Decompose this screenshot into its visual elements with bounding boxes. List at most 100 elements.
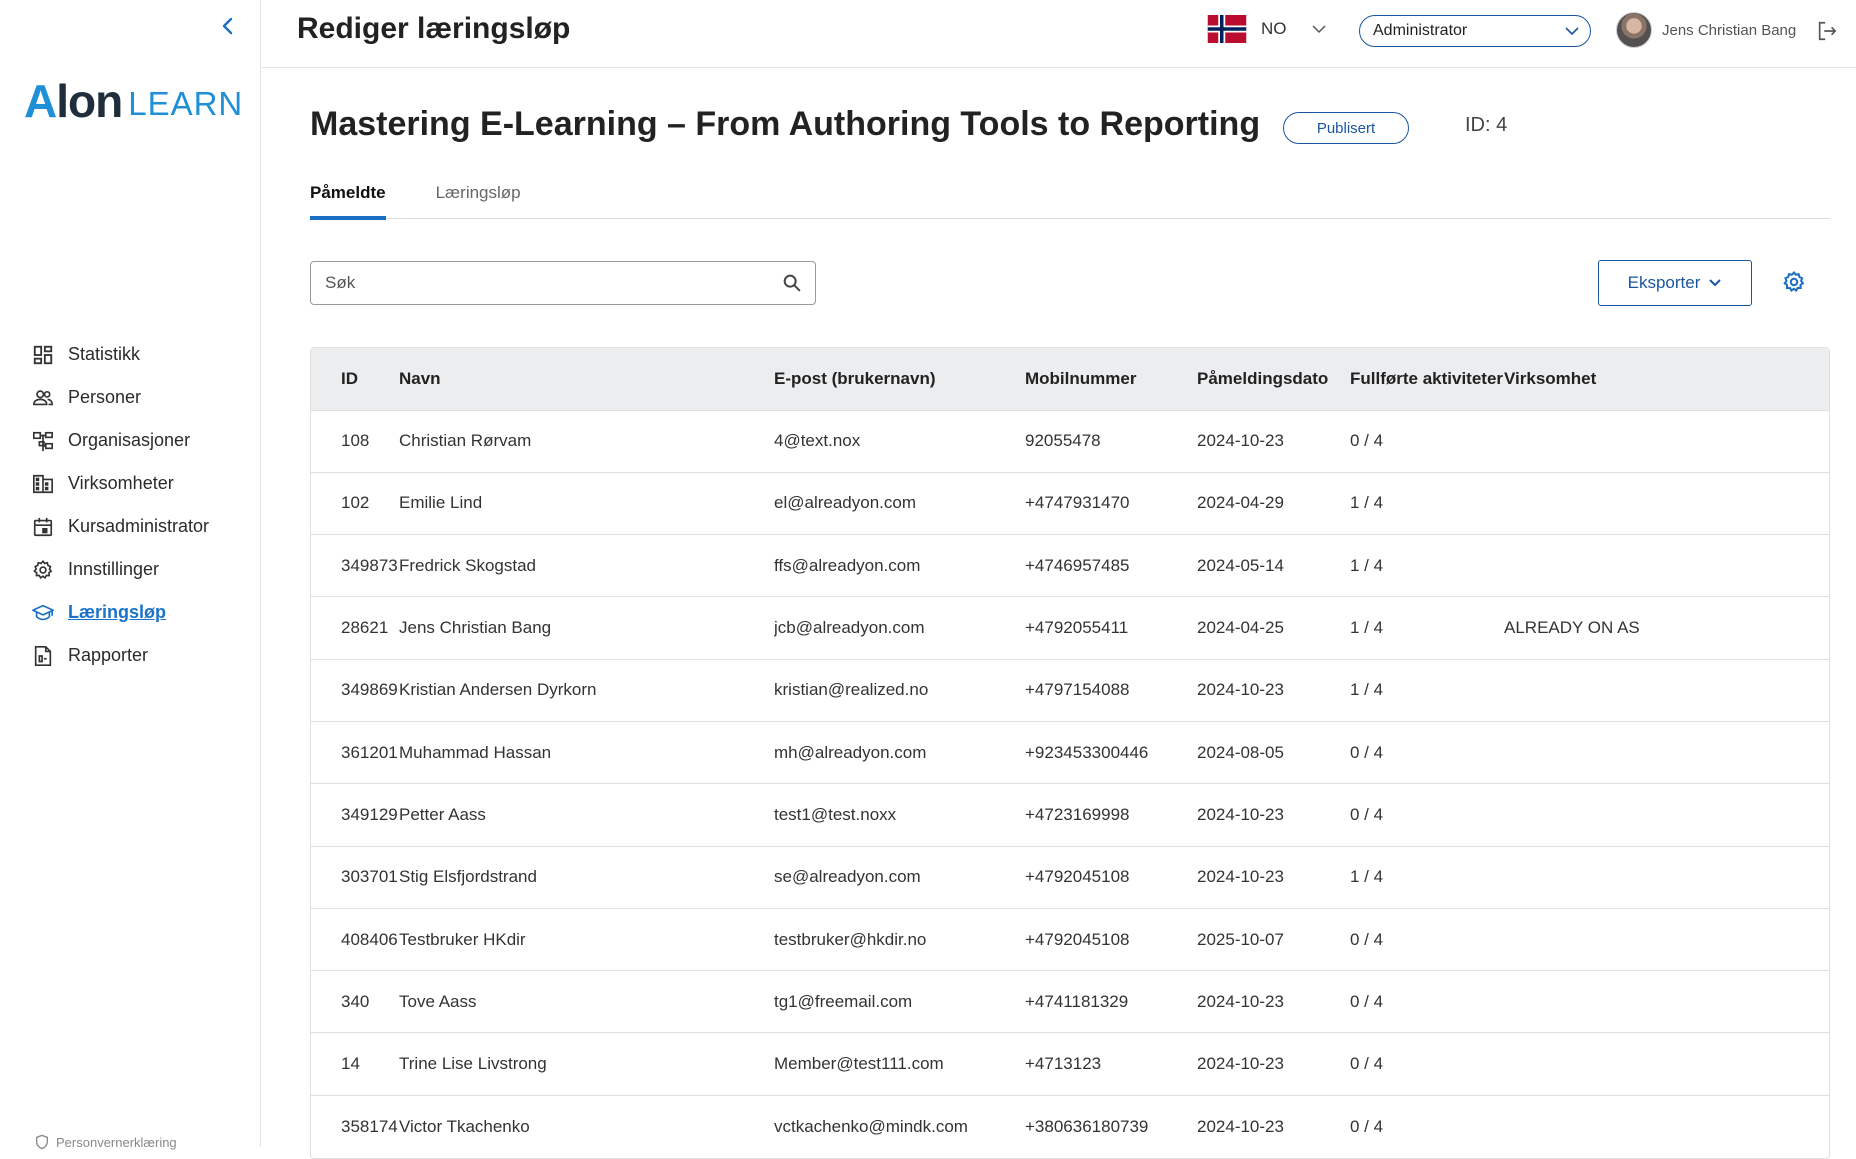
cell-name: Christian Rørvam [399,431,532,451]
column-header-enrollment-date[interactable]: Påmeldingsdato [1197,348,1350,410]
search-input[interactable] [311,262,781,304]
export-button[interactable]: Eksporter [1598,260,1752,306]
cell-organization [1504,659,1829,721]
table-row[interactable]: 14 Trine Lise Livstrong Member@test111.com… [311,1032,1829,1095]
status-badge: Publisert [1283,112,1409,144]
sidebar-item-kursadministrator[interactable]: Kursadministrator [0,505,260,548]
building-icon [33,474,53,493]
cell-enrollment-date: 2024-04-29 [1197,493,1284,513]
cell-completed-activities: 1 / 4 [1350,555,1384,575]
cell-enrollment-date: 2024-10-23 [1197,804,1284,824]
sidebar-item-innstillinger[interactable]: Innstillinger [0,548,260,591]
cell-email: tg1@freemail.com [774,991,913,1011]
logo-product: LEARN [128,85,244,122]
search-box [310,261,816,305]
sidebar-item-label: Virksomheter [68,473,174,493]
sidebar-item-laeringslop[interactable]: Læringsløp [0,591,260,634]
column-header-name[interactable]: Navn [399,348,774,410]
cell-enrollment-date: 2024-10-23 [1197,680,1284,700]
chevron-left-icon [222,17,233,35]
sidebar-item-rapporter[interactable]: Rapporter [0,634,260,677]
table-row[interactable]: 108 Christian Rørvam 4@text.nox 92055478 202… [311,410,1829,472]
cell-id: 361201 [341,742,398,762]
cell-completed-activities: 0 / 4 [1350,991,1384,1011]
column-header-email[interactable]: E-post (brukernavn) [774,348,1025,410]
export-button-label: Eksporter [1627,273,1701,292]
sidebar-item-virksomheter[interactable]: Virksomheter [0,462,260,505]
logo-brand: Alon [24,75,123,127]
table-row[interactable]: 303701 Stig Elsfjordstrand se@alreadyon.co… [311,846,1829,908]
cell-name: Tove Aass [399,991,477,1011]
norway-flag-icon [1207,15,1247,43]
cell-email: testbruker@hkdir.no [774,929,927,949]
cell-enrollment-date: 2024-10-23 [1197,1116,1284,1136]
cell-phone: +4723169998 [1025,804,1130,824]
cell-id: 349869 [341,680,398,700]
logout-icon[interactable] [1816,20,1838,42]
table-row[interactable]: 349129 Petter Aass test1@test.noxx +4723169… [311,783,1829,846]
language-selector[interactable]: NO [1207,15,1327,43]
table-header-row: ID Navn E-post (brukernavn) Mobilnummer … [311,348,1829,410]
chevron-down-icon [1709,279,1722,287]
cell-id: 14 [341,1054,360,1074]
sidebar-item-label: Organisasjoner [68,430,191,450]
sidebar-item-label: Kursadministrator [68,516,210,536]
table-row[interactable]: 349869 Kristian Andersen Dyrkorn kristian@… [311,659,1829,721]
cell-phone: +4713123 [1025,1054,1102,1074]
user-menu[interactable]: Jens Christian Bang [1616,12,1796,48]
search-icon[interactable] [781,272,803,294]
privacy-link[interactable]: Personvernerklæring [34,1134,177,1150]
cell-phone: +4741181329 [1025,991,1129,1011]
cell-email: vctkachenko@mindk.com [774,1116,968,1136]
cell-phone: +4792045108 [1025,867,1130,887]
cell-organization [1504,1033,1829,1095]
logo: Alon LEARN [24,74,243,124]
cell-email: test1@test.noxx [774,804,897,824]
cell-name: Jens Christian Bang [399,618,552,638]
gear-icon [33,559,53,579]
table-row[interactable]: 28621 Jens Christian Bang jcb@alreadyon.co… [311,596,1829,659]
cell-email: se@alreadyon.com [774,867,921,887]
cell-name: Petter Aass [399,804,486,824]
table-row[interactable]: 340 Tove Aass tg1@freemail.com +4741181329 2… [311,970,1829,1033]
course-id: ID: 4 [1465,114,1508,136]
course-title: Mastering E-Learning – From Authoring To… [310,105,1261,143]
column-header-organization[interactable]: Virksomhet [1504,348,1829,410]
sidebar-item-label: Rapporter [68,645,149,665]
table-row[interactable]: 361201 Muhammad Hassan mh@alreadyon.com +92… [311,721,1829,783]
table-settings-gear-icon[interactable] [1782,270,1806,294]
cell-enrollment-date: 2024-05-14 [1197,555,1284,575]
cell-completed-activities: 1 / 4 [1350,493,1384,513]
cell-completed-activities: 0 / 4 [1350,742,1384,762]
cell-organization [1504,472,1829,534]
column-header-phone[interactable]: Mobilnummer [1025,348,1197,410]
cell-name: Muhammad Hassan [399,742,552,762]
table-row[interactable]: 358174 Victor Tkachenko vctkachenko@mindk.… [311,1095,1829,1157]
table-row[interactable]: 408406 Testbruker HKdir testbruker@hkdir.n… [311,908,1829,970]
table-row[interactable]: 349873 Fredrick Skogstad ffs@alreadyon.com… [311,534,1829,597]
language-code: NO [1261,19,1287,38]
sidebar-item-organisasjoner[interactable]: Organisasjoner [0,419,260,462]
cell-phone: 92055478 [1025,431,1101,451]
cell-organization [1504,971,1829,1033]
sidebar-item-statistikk[interactable]: Statistikk [0,333,260,376]
cell-email: jcb@alreadyon.com [774,618,925,638]
column-header-id[interactable]: ID [311,348,399,410]
sidebar: Alon LEARN Statistikk Personer Organisas… [0,0,261,1150]
cell-organization [1504,784,1829,846]
tab-pameldte[interactable]: Påmeldte [310,175,386,220]
cell-enrollment-date: 2025-10-07 [1197,929,1284,949]
cell-completed-activities: 1 / 4 [1350,680,1384,700]
avatar [1616,12,1652,48]
table-row[interactable]: 102 Emilie Lind el@alreadyon.com +474793147… [311,472,1829,534]
sidebar-item-personer[interactable]: Personer [0,376,260,419]
cell-phone: +380636180739 [1025,1116,1149,1136]
cell-id: 349873 [341,555,398,575]
role-select[interactable]: Administrator [1359,15,1591,47]
tab-bar: Påmeldte Læringsløp [310,175,1830,220]
tab-laeringslop[interactable]: Læringsløp [436,175,521,219]
cell-completed-activities: 0 / 4 [1350,1116,1384,1136]
cell-name: Trine Lise Livstrong [399,1054,547,1074]
column-header-completed-activities[interactable]: Fullførte aktiviteter [1350,348,1504,410]
collapse-sidebar-button[interactable] [216,14,240,38]
